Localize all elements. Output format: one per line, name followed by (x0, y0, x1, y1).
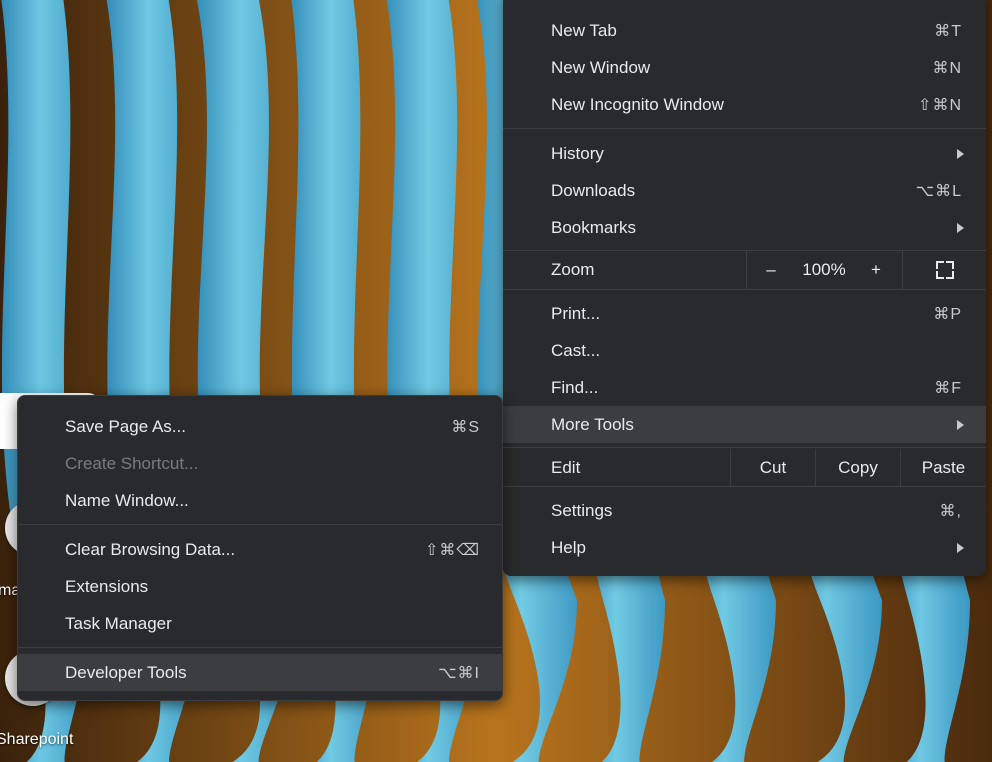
menu-separator (503, 486, 986, 487)
menu-item-create-shortcut: Create Shortcut... (18, 445, 502, 482)
menu-item-print[interactable]: Print... ⌘P (503, 295, 986, 332)
menu-item-label: Downloads (551, 180, 636, 200)
menu-item-history[interactable]: History (503, 135, 986, 172)
menu-item-label: Settings (551, 500, 613, 520)
edit-label: Edit (551, 458, 581, 477)
menu-item-label: History (551, 143, 604, 163)
menu-item-label: Task Manager (65, 613, 172, 633)
zoom-in-button[interactable]: + (861, 251, 891, 289)
zoom-level: 100% (793, 251, 855, 289)
menu-separator (503, 289, 986, 290)
menu-item-label: Extensions (65, 576, 149, 596)
menu-item-more-tools[interactable]: More Tools (503, 406, 986, 443)
copy-button[interactable]: Copy (816, 449, 900, 487)
menu-item-label: New Incognito Window (551, 94, 724, 114)
menu-item-label: Create Shortcut... (65, 453, 199, 473)
zoom-divider (746, 251, 747, 289)
menu-item-help[interactable]: Help (503, 529, 986, 566)
menu-item-shortcut: ⇧⌘N (918, 96, 962, 114)
cut-label: Cut (759, 458, 787, 477)
menu-separator (503, 447, 986, 448)
fullscreen-button[interactable] (903, 251, 986, 289)
menu-item-name-window[interactable]: Name Window... (18, 482, 502, 519)
submenu-arrow-icon (957, 542, 964, 553)
menu-item-new-window[interactable]: New Window ⌘N (503, 49, 986, 86)
menu-item-downloads[interactable]: Downloads ⌥⌘L (503, 172, 986, 209)
paste-button[interactable]: Paste (901, 449, 986, 487)
menu-item-new-tab[interactable]: New Tab ⌘T (503, 12, 986, 49)
zoom-value: 100% (802, 260, 846, 279)
menu-item-shortcut: ⌘T (934, 22, 962, 40)
submenu-arrow-icon (957, 148, 964, 159)
menu-item-label: New Tab (551, 20, 617, 40)
menu-item-shortcut: ⌥⌘L (915, 182, 962, 200)
menu-item-shortcut: ⌘F (934, 379, 962, 397)
menu-item-settings[interactable]: Settings ⌘, (503, 492, 986, 529)
menu-item-cast[interactable]: Cast... (503, 332, 986, 369)
zoom-row: Zoom – 100% + (503, 251, 986, 289)
menu-item-shortcut: ⌘S (451, 418, 480, 436)
menu-item-label: Name Window... (65, 490, 189, 510)
menu-separator (18, 524, 502, 525)
menu-item-shortcut: ⇧⌘⌫ (424, 541, 480, 559)
menu-item-find[interactable]: Find... ⌘F (503, 369, 986, 406)
menu-item-bookmarks[interactable]: Bookmarks (503, 209, 986, 246)
menu-item-label: More Tools (551, 414, 634, 434)
menu-item-label: New Window (551, 57, 651, 77)
paste-label: Paste (921, 458, 966, 477)
menu-item-label: Cast... (551, 340, 601, 360)
menu-item-new-incognito-window[interactable]: New Incognito Window ⇧⌘N (503, 86, 986, 123)
sharepoint-shortcut-label: Sharepoint (0, 731, 74, 748)
menu-separator (503, 128, 986, 129)
zoom-out-button[interactable]: – (756, 251, 786, 289)
menu-item-extensions[interactable]: Extensions (18, 568, 502, 605)
menu-item-label: Find... (551, 377, 599, 397)
zoom-label: Zoom (551, 260, 595, 279)
menu-item-label: Bookmarks (551, 217, 637, 237)
more-tools-submenu: Save Page As... ⌘S Create Shortcut... Na… (17, 395, 503, 701)
zoom-out-label: – (766, 260, 776, 279)
copy-label: Copy (838, 458, 878, 477)
menu-item-label: Help (551, 537, 586, 557)
menu-item-label: Print... (551, 303, 601, 323)
menu-item-shortcut: ⌘P (933, 305, 962, 323)
menu-item-shortcut: ⌘, (939, 502, 962, 520)
menu-item-clear-browsing-data[interactable]: Clear Browsing Data... ⇧⌘⌫ (18, 531, 502, 568)
fullscreen-icon (935, 261, 954, 279)
menu-item-label: Save Page As... (65, 416, 186, 436)
cut-button[interactable]: Cut (731, 449, 815, 487)
menu-item-task-manager[interactable]: Task Manager (18, 605, 502, 642)
menu-item-developer-tools[interactable]: Developer Tools ⌥⌘I (18, 654, 502, 691)
browser-main-menu: New Tab ⌘T New Window ⌘N New Incognito W… (503, 0, 986, 576)
menu-item-label: Developer Tools (65, 662, 187, 682)
zoom-in-label: + (871, 260, 881, 279)
menu-item-save-page-as[interactable]: Save Page As... ⌘S (18, 408, 502, 445)
menu-item-shortcut: ⌘N (932, 59, 962, 77)
menu-item-label: Clear Browsing Data... (65, 539, 236, 559)
menu-separator (18, 647, 502, 648)
submenu-arrow-icon (957, 419, 964, 430)
menu-item-shortcut: ⌥⌘I (438, 664, 480, 682)
submenu-arrow-icon (957, 222, 964, 233)
edit-row: Edit Cut Copy Paste (503, 449, 986, 487)
